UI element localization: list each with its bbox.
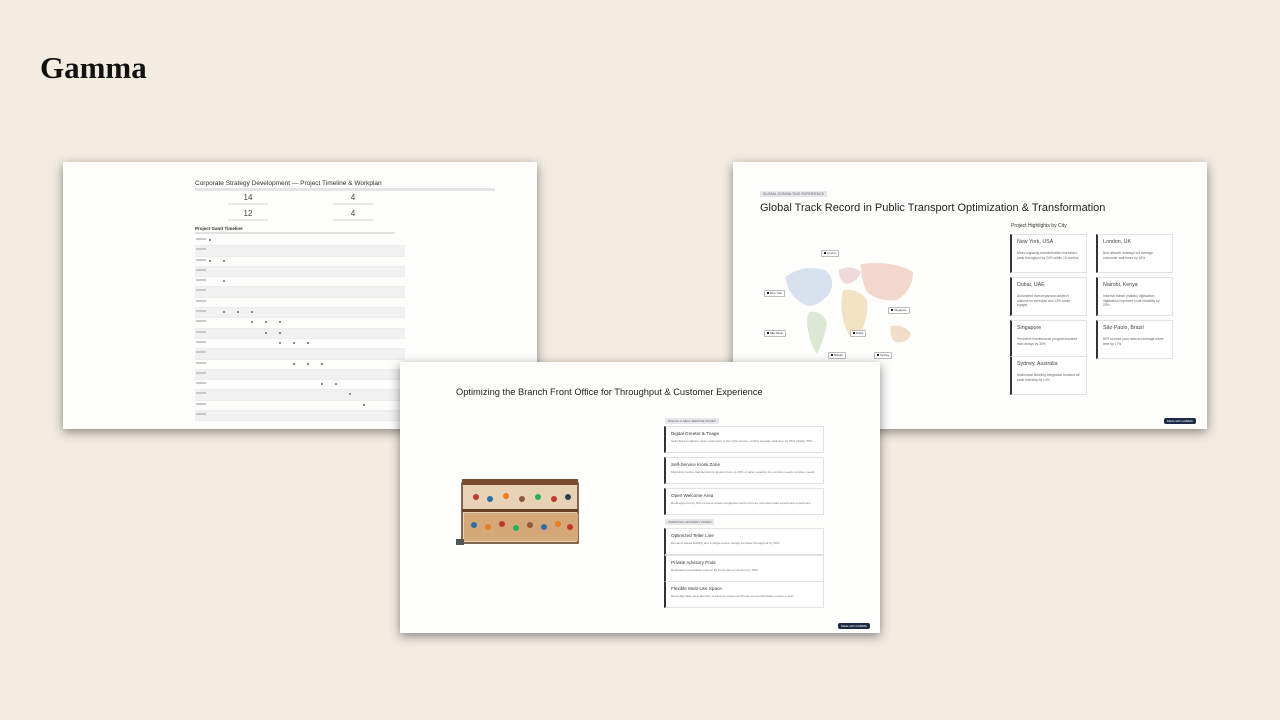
gantt-row <box>195 339 405 350</box>
slide-title: Optimizing the Branch Front Office for T… <box>456 387 763 397</box>
gantt-marker <box>209 259 211 262</box>
branch-illustration <box>456 479 579 545</box>
gantt-grid <box>195 236 405 422</box>
map-pin-sydney: Sydney <box>874 352 893 360</box>
gantt-row <box>195 277 405 288</box>
map-pin-london: London <box>821 250 840 258</box>
gantt-marker <box>293 362 295 365</box>
city-card: New York, USA Metro signaling transformat… <box>1010 234 1087 273</box>
kpi-workstreams: 12 <box>213 209 283 221</box>
gantt-row <box>195 401 405 412</box>
gantt-row <box>195 369 405 381</box>
gantt-marker <box>321 383 323 386</box>
gantt-row <box>195 246 405 257</box>
gantt-title: Project Gantt Timeline <box>195 226 243 231</box>
gantt-marker <box>349 393 351 396</box>
gantt-marker <box>335 383 337 386</box>
gantt-marker <box>279 321 281 324</box>
city-card: Sydney, Australia Multimodal ticketing in… <box>1010 356 1087 395</box>
city-card: London, UK Bus network redesign cut avera… <box>1096 234 1173 273</box>
zone-card: Flexible Multi-Use Space Reconfigurable a… <box>664 581 824 608</box>
gantt-row <box>195 236 405 247</box>
gantt-marker <box>279 331 281 334</box>
gantt-row <box>195 298 405 309</box>
zone-card: Open Welcome Area Redesigned entry flow r… <box>664 488 824 515</box>
subtitle-placeholder <box>195 188 495 191</box>
gantt-row <box>195 360 405 370</box>
gantt-marker <box>279 341 281 344</box>
gantt-marker <box>223 259 225 262</box>
gantt-marker <box>265 331 267 334</box>
gantt-marker <box>251 321 253 324</box>
slide-title: Global Track Record in Public Transport … <box>760 202 1106 214</box>
gantt-marker <box>223 311 225 314</box>
city-card: Dubai, UAE Automated tram expansion added… <box>1010 277 1087 316</box>
gantt-legend <box>195 232 395 234</box>
zone-card: Digital Greeter & Triage Self-check-in ta… <box>664 426 824 453</box>
kpi-milestones: 4 <box>318 209 388 221</box>
gantt-row <box>195 349 405 360</box>
gantt-marker <box>307 362 309 365</box>
city-card: Nairobi, Kenya Informal transit (matatu) … <box>1096 277 1173 316</box>
map-pin-dubai: Dubai <box>850 330 867 338</box>
section-label: PERSONAL ADVISORY ZONES <box>665 519 715 525</box>
city-card: Singapore Predictive maintenance program … <box>1010 320 1087 359</box>
zone-card: Private Advisory Pods Dedicated consultat… <box>664 555 824 582</box>
section-tag: GLOBAL CONSULTING EXPERIENCE <box>760 191 828 197</box>
brand-title: Gamma <box>40 50 147 85</box>
map-pin-new-york: New York <box>764 290 785 298</box>
gantt-marker <box>321 362 323 365</box>
gantt-row <box>195 328 405 339</box>
gantt-row <box>195 266 405 278</box>
gantt-marker <box>363 403 365 406</box>
map-pin-nairobi: Nairobi <box>828 352 846 360</box>
gantt-marker <box>251 311 253 314</box>
map-pin-singapore: Singapore <box>888 307 910 315</box>
slide-thumbnail-branch[interactable]: Optimizing the Branch Front Office for T… <box>400 362 880 633</box>
zone-card: Optimized Teller Line Demand-based staffi… <box>664 528 824 555</box>
gantt-row <box>195 318 405 329</box>
slide-title: Corporate Strategy Development — Project… <box>195 180 382 187</box>
zone-card: Self-Service Kiosk Zone Migrating routine… <box>664 457 824 484</box>
gantt-row <box>195 411 405 422</box>
gantt-marker <box>237 311 239 314</box>
gantt-row <box>195 380 405 391</box>
city-card: São Paulo, Brazil BRT corridor plan reduc… <box>1096 320 1173 359</box>
section-label: DIGITAL & SELF-SERVICE ZONES <box>665 418 719 424</box>
made-with-gamma-badge[interactable]: Made with GAMMA <box>1164 418 1196 424</box>
gantt-marker <box>265 321 267 324</box>
gantt-marker <box>307 341 309 344</box>
gantt-row <box>195 257 405 267</box>
kpi-phases: 4 <box>318 193 388 205</box>
gantt-row <box>195 287 405 298</box>
gantt-row <box>195 308 405 319</box>
gantt-marker <box>223 280 225 283</box>
map-pin-sao-paulo: São Paulo <box>764 330 786 338</box>
gantt-marker <box>209 239 211 241</box>
gantt-marker <box>293 341 295 344</box>
kpi-weeks: 14 <box>213 193 283 205</box>
made-with-gamma-badge[interactable]: Made with GAMMA <box>838 623 870 629</box>
gantt-row <box>195 390 405 401</box>
highlights-title: Project Highlights by City <box>1011 223 1067 229</box>
